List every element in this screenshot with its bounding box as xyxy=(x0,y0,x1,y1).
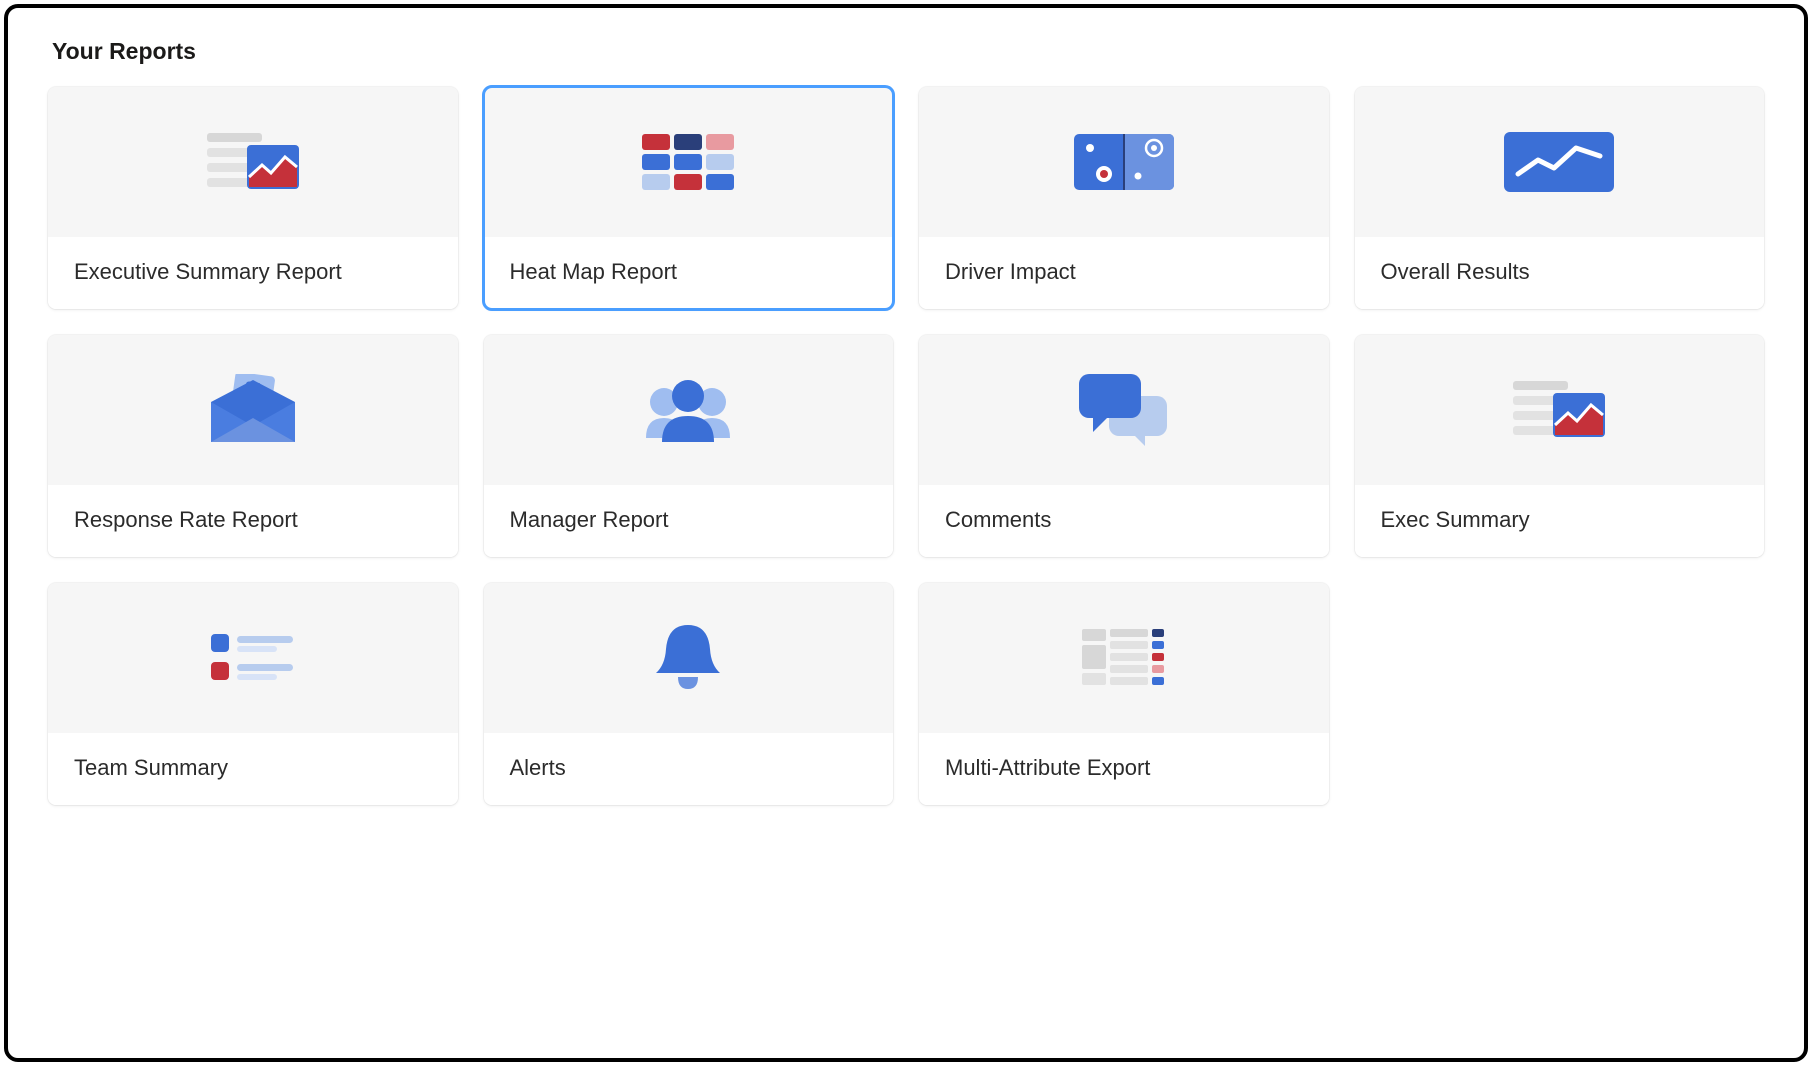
card-icon-area xyxy=(1355,87,1765,237)
report-card[interactable]: Response Rate Report xyxy=(48,335,458,557)
report-card[interactable]: Overall Results xyxy=(1355,87,1765,309)
card-title: Multi-Attribute Export xyxy=(945,755,1303,781)
card-icon-area xyxy=(484,583,894,733)
card-title-area: Driver Impact xyxy=(919,237,1329,309)
alerts-icon xyxy=(654,625,722,691)
card-title: Heat Map Report xyxy=(510,259,868,285)
card-title-area: Response Rate Report xyxy=(48,485,458,557)
manager-report-icon xyxy=(640,378,736,442)
card-title: Overall Results xyxy=(1381,259,1739,285)
report-card[interactable]: Heat Map Report xyxy=(484,87,894,309)
report-card[interactable]: Alerts xyxy=(484,583,894,805)
report-card[interactable]: Team Summary xyxy=(48,583,458,805)
exec-summary-icon xyxy=(207,133,299,191)
card-icon-area xyxy=(919,87,1329,237)
card-title: Team Summary xyxy=(74,755,432,781)
report-card[interactable]: Driver Impact xyxy=(919,87,1329,309)
report-card[interactable]: Multi-Attribute Export xyxy=(919,583,1329,805)
card-icon-area xyxy=(48,583,458,733)
card-title-area: Multi-Attribute Export xyxy=(919,733,1329,805)
comments-icon xyxy=(1079,374,1169,446)
card-icon-area xyxy=(484,87,894,237)
card-title-area: Alerts xyxy=(484,733,894,805)
card-title: Alerts xyxy=(510,755,868,781)
card-title-area: Overall Results xyxy=(1355,237,1765,309)
report-card[interactable]: Comments xyxy=(919,335,1329,557)
card-title-area: Manager Report xyxy=(484,485,894,557)
report-card[interactable]: Exec Summary xyxy=(1355,335,1765,557)
card-title-area: Comments xyxy=(919,485,1329,557)
card-title: Manager Report xyxy=(510,507,868,533)
card-title: Comments xyxy=(945,507,1303,533)
section-title: Your Reports xyxy=(52,38,1764,65)
team-summary-icon xyxy=(211,634,295,682)
card-icon-area xyxy=(919,583,1329,733)
card-title-area: Heat Map Report xyxy=(484,237,894,309)
overall-results-icon xyxy=(1504,132,1614,192)
heat-map-icon xyxy=(642,134,734,190)
card-title-area: Exec Summary xyxy=(1355,485,1765,557)
card-icon-area xyxy=(48,335,458,485)
card-title: Driver Impact xyxy=(945,259,1303,285)
card-title: Response Rate Report xyxy=(74,507,432,533)
card-title: Executive Summary Report xyxy=(74,259,432,285)
card-title: Exec Summary xyxy=(1381,507,1739,533)
report-card[interactable]: Manager Report xyxy=(484,335,894,557)
reports-panel: Your Reports Executive Summary Report Hea… xyxy=(4,4,1808,1062)
card-icon-area xyxy=(484,335,894,485)
card-icon-area xyxy=(919,335,1329,485)
card-icon-area xyxy=(1355,335,1765,485)
report-card[interactable]: Executive Summary Report xyxy=(48,87,458,309)
card-title-area: Team Summary xyxy=(48,733,458,805)
driver-impact-icon xyxy=(1074,134,1174,190)
exec-summary-icon xyxy=(1513,381,1605,439)
card-icon-area xyxy=(48,87,458,237)
card-title-area: Executive Summary Report xyxy=(48,237,458,309)
reports-grid: Executive Summary Report Heat Map Report D… xyxy=(48,87,1764,805)
multi-attribute-icon xyxy=(1082,629,1166,687)
response-rate-icon xyxy=(205,374,301,446)
